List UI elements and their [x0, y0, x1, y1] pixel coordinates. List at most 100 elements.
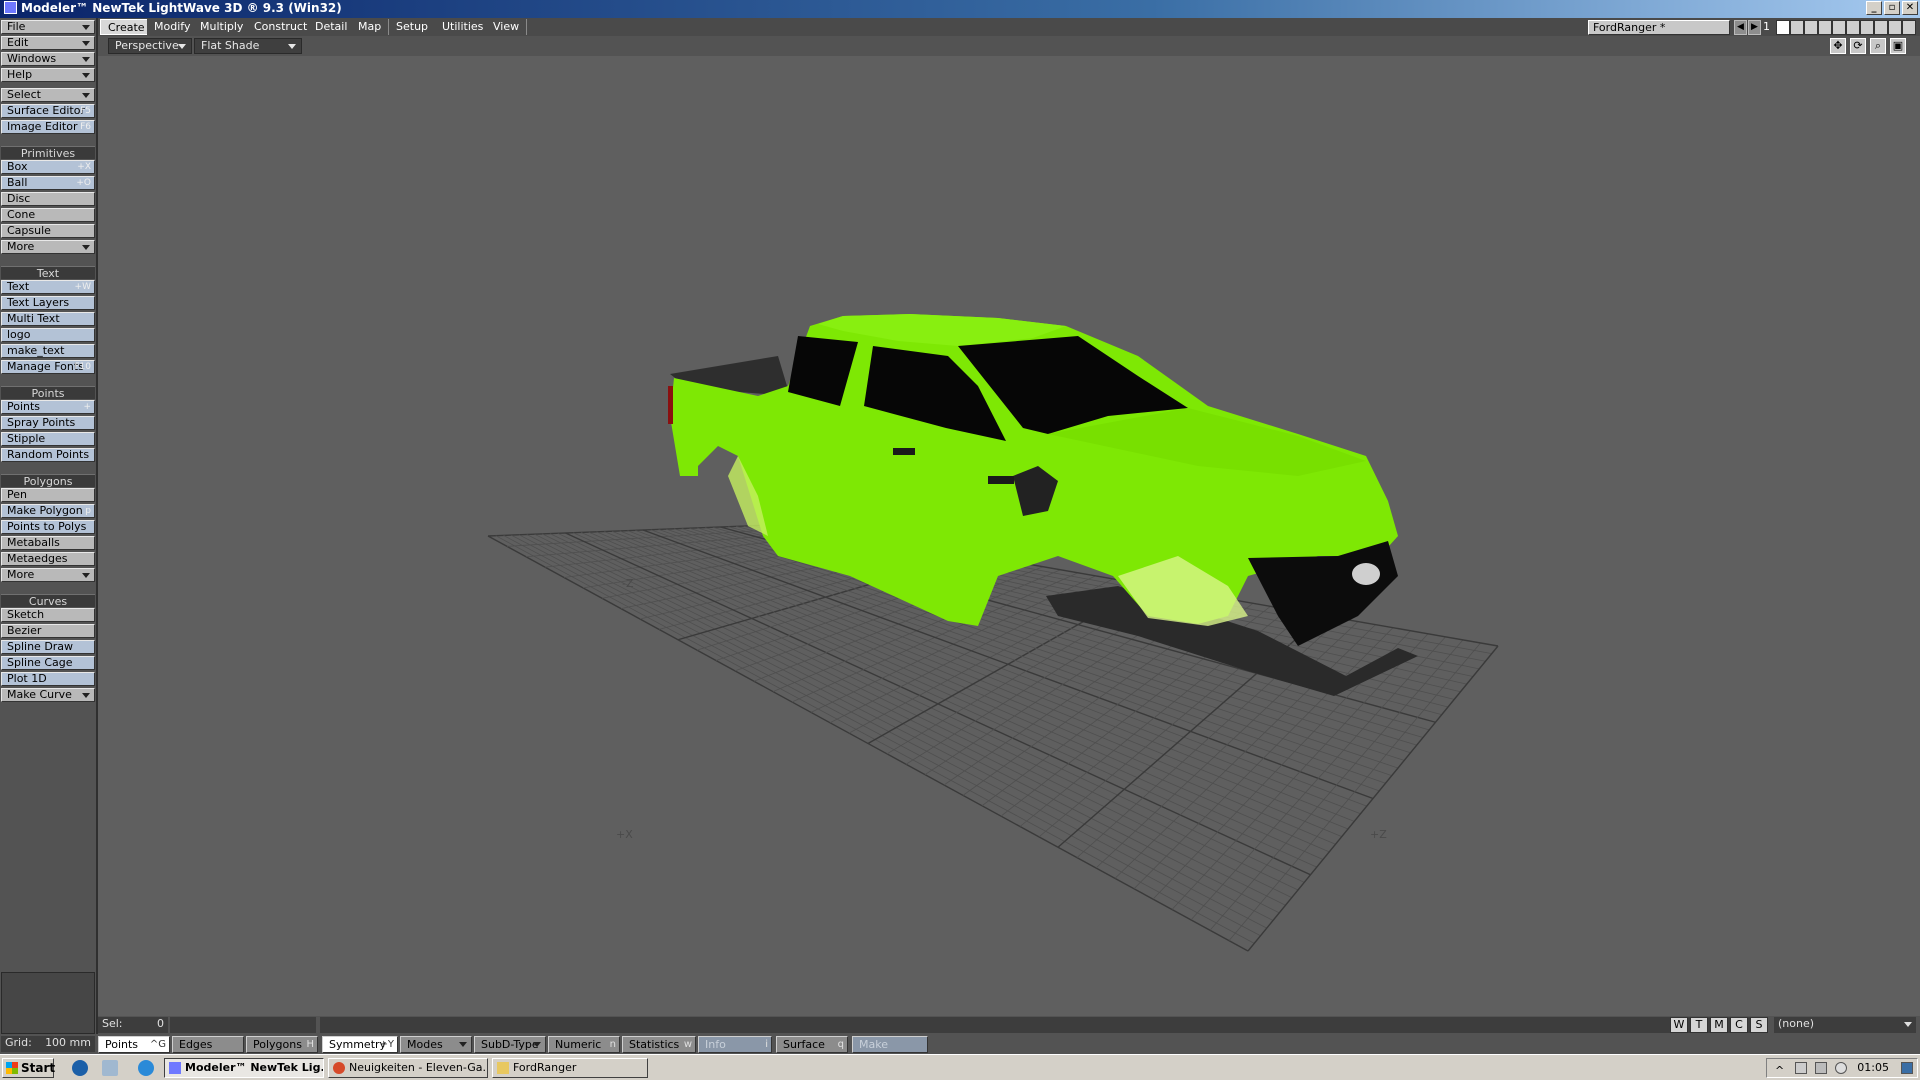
- volume-icon[interactable]: [1835, 1062, 1847, 1074]
- tab-create[interactable]: Create: [100, 19, 153, 35]
- weight-map-button[interactable]: W: [1670, 1017, 1688, 1033]
- layer-slot[interactable]: [1860, 20, 1874, 35]
- tool-manage-fonts[interactable]: Manage Fonts F10: [1, 360, 95, 374]
- tool-text[interactable]: Text +W: [1, 280, 95, 294]
- tool-spline-draw[interactable]: Spline Draw: [1, 640, 95, 654]
- layer-slot[interactable]: [1776, 20, 1790, 35]
- tool-metaballs[interactable]: Metaballs: [1, 536, 95, 550]
- close-button[interactable]: ✕: [1902, 1, 1918, 15]
- taskbar-item-browser[interactable]: Neuigkeiten - Eleven-Ga...: [328, 1058, 488, 1078]
- layer-slot[interactable]: [1888, 20, 1902, 35]
- layer-slot[interactable]: [1790, 20, 1804, 35]
- tool-box[interactable]: Box +X: [1, 160, 95, 174]
- chevron-down-icon: [82, 73, 90, 78]
- tab-utilities[interactable]: Utilities: [435, 19, 492, 35]
- menu-file[interactable]: File: [1, 20, 95, 34]
- tool-ball[interactable]: Ball +O: [1, 176, 95, 190]
- tool-sketch[interactable]: Sketch: [1, 608, 95, 622]
- vmap-dropdown[interactable]: (none): [1774, 1017, 1916, 1033]
- tool-multi-text[interactable]: Multi Text: [1, 312, 95, 326]
- menu-windows-label: Windows: [7, 52, 57, 65]
- symmetry-toggle[interactable]: Symmetry +Y: [322, 1036, 398, 1053]
- info-button[interactable]: Info i: [698, 1036, 772, 1053]
- tool-make-curve[interactable]: Make Curve: [1, 688, 95, 702]
- layer-slot[interactable]: [1832, 20, 1846, 35]
- maximize-view-icon[interactable]: ▣: [1890, 38, 1906, 54]
- tool-random-points[interactable]: Random Points: [1, 448, 95, 462]
- minimize-button[interactable]: _: [1866, 1, 1882, 15]
- maximize-button[interactable]: ▫: [1884, 1, 1900, 15]
- perspective-viewport[interactable]: -Z +X +Z: [98, 56, 1920, 1014]
- tool-stipple[interactable]: Stipple: [1, 432, 95, 446]
- tab-multiply[interactable]: Multiply: [193, 19, 252, 35]
- show-desktop-icon[interactable]: [102, 1060, 118, 1076]
- ie-quicklaunch-icon[interactable]: [72, 1060, 88, 1076]
- taskbar-item-modeler[interactable]: Modeler™ NewTek Lig...: [164, 1058, 324, 1078]
- tool-logo[interactable]: logo: [1, 328, 95, 342]
- tool-cone[interactable]: Cone: [1, 208, 95, 222]
- color-map-button[interactable]: C: [1730, 1017, 1748, 1033]
- shading-dropdown[interactable]: Flat Shade: [194, 38, 302, 54]
- menu-help[interactable]: Help: [1, 68, 95, 82]
- shortcut-label: q: [837, 1039, 844, 1050]
- rotate-view-icon[interactable]: ⟳: [1850, 38, 1866, 54]
- layer-slot[interactable]: [1804, 20, 1818, 35]
- tab-map[interactable]: Map: [351, 19, 390, 35]
- tool-points-to-polys[interactable]: Points to Polys: [1, 520, 95, 534]
- surface-button[interactable]: Surface q: [776, 1036, 848, 1053]
- make-button[interactable]: Make: [852, 1036, 928, 1053]
- tool-points[interactable]: Points +: [1, 400, 95, 414]
- zoom-view-icon[interactable]: ⌕: [1870, 38, 1886, 54]
- next-layer-button[interactable]: ▶: [1748, 20, 1761, 35]
- layer-slot[interactable]: [1818, 20, 1832, 35]
- tray-expand-icon[interactable]: ^: [1775, 1062, 1787, 1077]
- tab-construct[interactable]: Construct: [247, 19, 316, 35]
- tool-plot-1d[interactable]: Plot 1D: [1, 672, 95, 686]
- tool-bezier[interactable]: Bezier: [1, 624, 95, 638]
- taskbar-item-folder[interactable]: FordRanger: [492, 1058, 648, 1078]
- move-view-icon[interactable]: ✥: [1830, 38, 1846, 54]
- morph-map-button[interactable]: M: [1710, 1017, 1728, 1033]
- edges-mode-button[interactable]: Edges: [172, 1036, 244, 1053]
- tool-pen[interactable]: Pen: [1, 488, 95, 502]
- flag-icon[interactable]: [1795, 1062, 1807, 1074]
- tab-detail[interactable]: Detail: [308, 19, 356, 35]
- tool-spline-cage[interactable]: Spline Cage: [1, 656, 95, 670]
- polygons-mode-button[interactable]: Polygons H: [246, 1036, 318, 1053]
- layer-slot[interactable]: [1902, 20, 1916, 35]
- tool-spray-points[interactable]: Spray Points: [1, 416, 95, 430]
- tool-make-polygon[interactable]: Make Polygon p: [1, 504, 95, 518]
- select-button[interactable]: Select: [1, 88, 95, 102]
- points-mode-button[interactable]: Points ^G: [98, 1036, 170, 1053]
- view-mode-dropdown[interactable]: Perspective: [108, 38, 192, 54]
- subd-type-dropdown[interactable]: SubD-Type: [474, 1036, 546, 1053]
- layer-slot[interactable]: [1874, 20, 1888, 35]
- network-icon[interactable]: [1815, 1062, 1827, 1074]
- notification-icon[interactable]: [1901, 1062, 1913, 1074]
- surface-editor-button[interactable]: Surface Editor F5: [1, 104, 95, 118]
- tab-view[interactable]: View: [486, 19, 528, 35]
- selection-set-button[interactable]: S: [1750, 1017, 1768, 1033]
- modes-dropdown[interactable]: Modes: [400, 1036, 472, 1053]
- tool-capsule[interactable]: Capsule: [1, 224, 95, 238]
- tab-modify[interactable]: Modify: [147, 19, 199, 35]
- scene-select[interactable]: FordRanger *: [1588, 20, 1730, 35]
- layer-slot[interactable]: [1846, 20, 1860, 35]
- numeric-button[interactable]: Numeric n: [548, 1036, 620, 1053]
- tool-more-primitives[interactable]: More: [1, 240, 95, 254]
- statistics-button[interactable]: Statistics w: [622, 1036, 696, 1053]
- menu-edit[interactable]: Edit: [1, 36, 95, 50]
- tool-more-polygons[interactable]: More: [1, 568, 95, 582]
- tool-text-layers[interactable]: Text Layers: [1, 296, 95, 310]
- skype-quicklaunch-icon[interactable]: [138, 1060, 154, 1076]
- image-editor-button[interactable]: Image Editor F6: [1, 120, 95, 134]
- tool-metaedges[interactable]: Metaedges: [1, 552, 95, 566]
- tool-make-text[interactable]: make_text: [1, 344, 95, 358]
- start-button[interactable]: Start: [2, 1058, 55, 1078]
- tab-setup[interactable]: Setup: [389, 19, 437, 35]
- prev-layer-button[interactable]: ◀: [1734, 20, 1747, 35]
- tool-disc[interactable]: Disc: [1, 192, 95, 206]
- texture-map-button[interactable]: T: [1690, 1017, 1708, 1033]
- menu-windows[interactable]: Windows: [1, 52, 95, 66]
- tool-label: Capsule: [7, 224, 51, 237]
